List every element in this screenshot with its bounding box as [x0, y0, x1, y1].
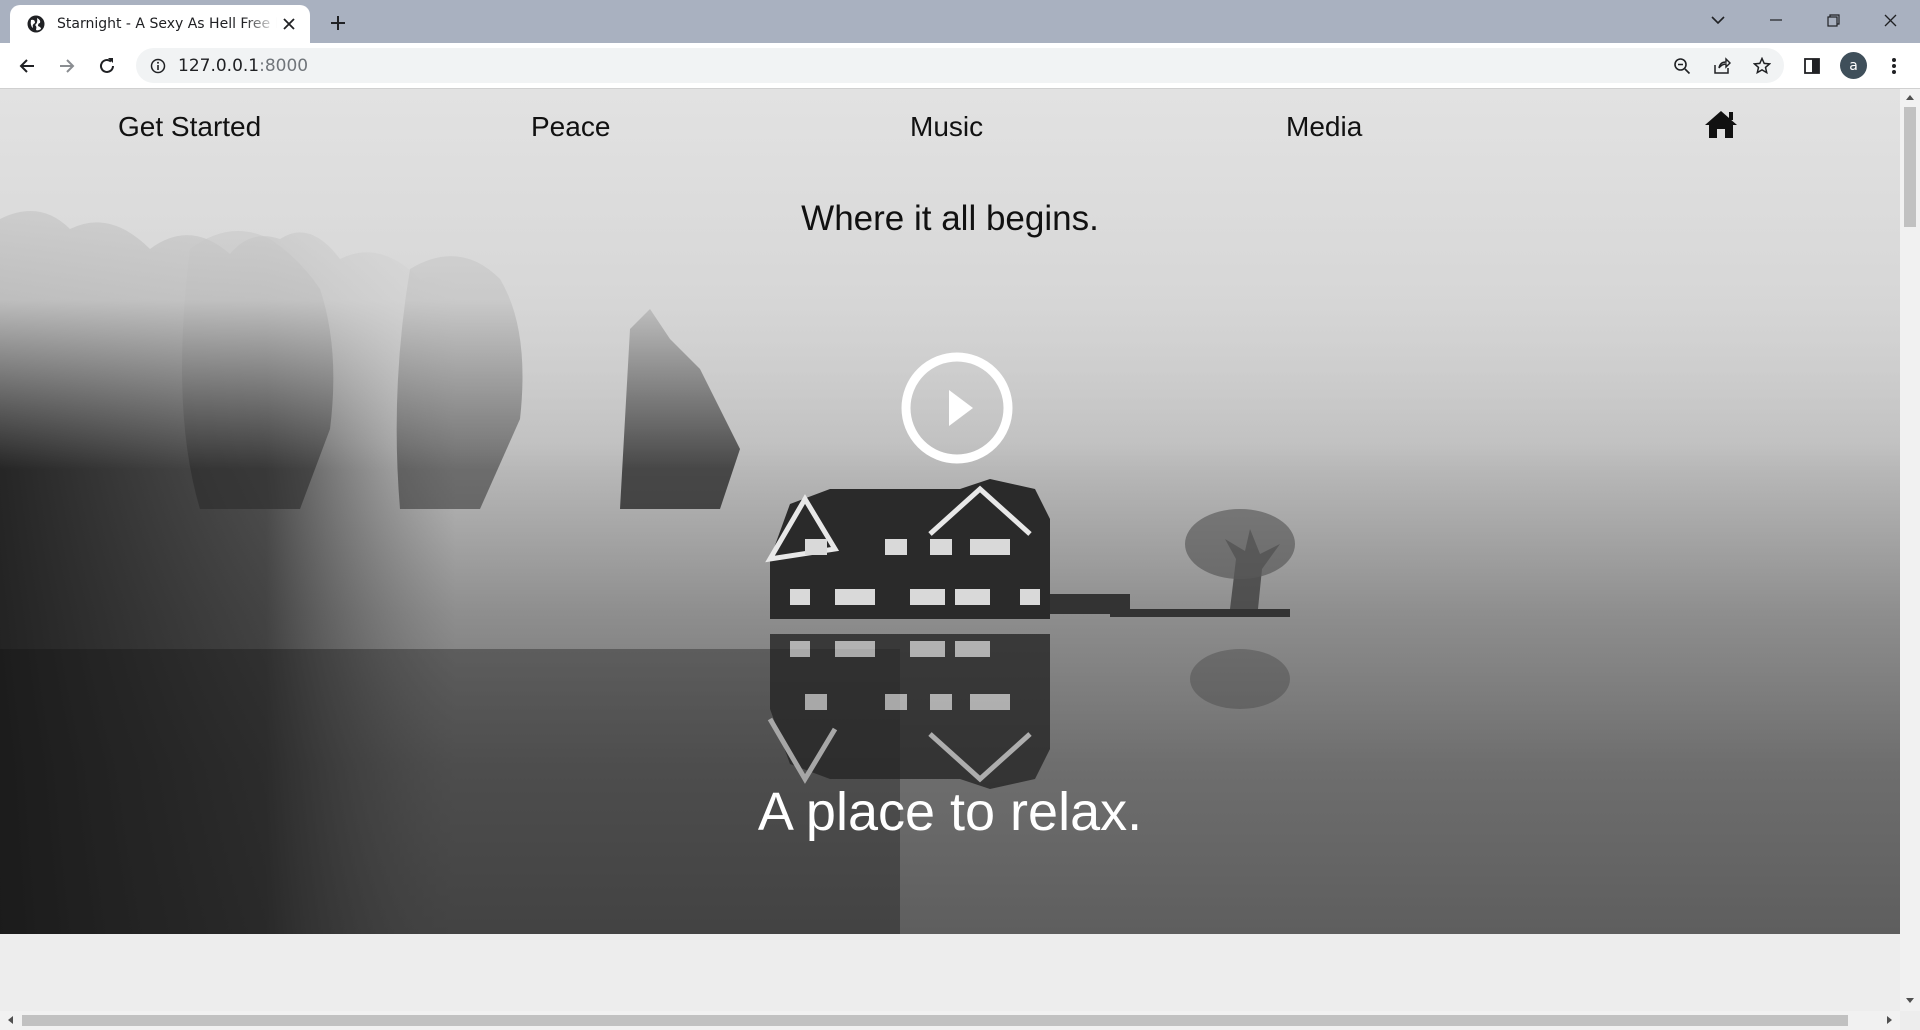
- browser-titlebar: Starnight - A Sexy As Hell Free H: [0, 0, 1920, 43]
- restore-icon[interactable]: [1803, 0, 1863, 40]
- scrollbar-thumb[interactable]: [1904, 107, 1916, 227]
- vertical-scrollbar[interactable]: [1900, 89, 1920, 1011]
- scroll-right-arrow-icon[interactable]: [1884, 1015, 1894, 1025]
- minimize-icon[interactable]: [1746, 0, 1806, 40]
- globe-icon: [26, 14, 46, 34]
- back-arrow-icon[interactable]: [13, 52, 41, 80]
- nav-link-get-started[interactable]: Get Started: [118, 111, 261, 143]
- play-circle-icon[interactable]: [900, 351, 1014, 465]
- scroll-up-arrow-icon[interactable]: [1905, 92, 1915, 102]
- site-nav: Get Started Peace Music Media: [0, 89, 1900, 169]
- url-text: 127.0.0.1:8000: [178, 56, 309, 76]
- plus-icon[interactable]: [325, 10, 351, 36]
- horizontal-scrollbar[interactable]: [0, 1011, 1900, 1030]
- browser-tab[interactable]: Starnight - A Sexy As Hell Free H: [10, 5, 310, 43]
- page-viewport: Get Started Peace Music Media Where it a…: [0, 89, 1900, 1011]
- kebab-menu-icon[interactable]: [1880, 52, 1908, 80]
- forward-arrow-icon[interactable]: [53, 52, 81, 80]
- avatar[interactable]: a: [1840, 52, 1867, 79]
- nav-link-peace[interactable]: Peace: [531, 111, 610, 143]
- scrollbar-thumb[interactable]: [22, 1015, 1848, 1026]
- tab-search-icon[interactable]: [1688, 0, 1748, 40]
- nav-link-media[interactable]: Media: [1286, 111, 1362, 143]
- scroll-down-arrow-icon[interactable]: [1905, 995, 1915, 1005]
- hero-headline: A place to relax.: [757, 782, 1143, 842]
- star-icon[interactable]: [1750, 54, 1774, 78]
- reload-icon[interactable]: [93, 52, 121, 80]
- side-panel-icon[interactable]: [1798, 52, 1826, 80]
- address-bar[interactable]: 127.0.0.1:8000: [136, 48, 1784, 83]
- scroll-left-arrow-icon[interactable]: [5, 1015, 15, 1025]
- hero-tagline: Where it all begins.: [801, 199, 1099, 238]
- hero-section: Get Started Peace Music Media Where it a…: [0, 89, 1900, 934]
- share-icon[interactable]: [1710, 54, 1734, 78]
- home-icon[interactable]: [1704, 109, 1738, 139]
- tab-title: Starnight - A Sexy As Hell Free H: [57, 16, 277, 32]
- zoom-out-icon[interactable]: [1670, 54, 1694, 78]
- browser-toolbar: 127.0.0.1:8000 a: [0, 43, 1920, 89]
- window-close-icon[interactable]: [1860, 0, 1920, 40]
- close-icon[interactable]: [280, 15, 298, 33]
- nav-link-music[interactable]: Music: [910, 111, 983, 143]
- info-icon[interactable]: [148, 56, 168, 76]
